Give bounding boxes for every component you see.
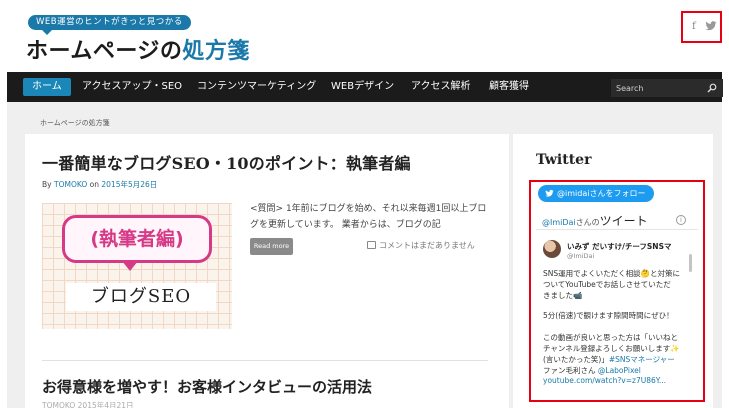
main-navigation: ホーム アクセスアップ・SEO コンテンツマーケティング WEBデザイン アクセ… bbox=[7, 72, 723, 102]
thumbnail-bubble-text: (執筆者編) bbox=[62, 215, 212, 263]
post-date-link[interactable]: 2015年5月26日 bbox=[101, 180, 157, 189]
twitter-follow-button[interactable]: @imidaiさんをフォロー bbox=[538, 185, 655, 202]
widget-title: Twitter bbox=[536, 152, 592, 168]
tweet-text-line: きました📹 bbox=[543, 291, 583, 300]
nav-item-web-design[interactable]: WEBデザイン bbox=[331, 72, 394, 102]
site-tagline: WEB運営のヒントがきっと見つかる bbox=[28, 15, 191, 35]
tweet-text-line: 5分(倍速)で観けます隙間時間にぜひ！ bbox=[543, 311, 674, 320]
tweets-header: @ImiDaiさんのツイート bbox=[542, 212, 648, 229]
nav-item-analytics[interactable]: アクセス解析 bbox=[411, 72, 471, 102]
comment-count-label: コメントはまだありません bbox=[379, 241, 475, 250]
tweet-text-line: チャンネル登録よろしくお願いします✨ bbox=[543, 344, 680, 353]
search-input[interactable] bbox=[611, 79, 703, 97]
tweet-text-line: SNS運用でよくいただく相談🤔と対策に bbox=[543, 269, 680, 278]
tweet-author-name[interactable]: いみず だいすけ/チーフSNSマ bbox=[567, 241, 671, 252]
tweet-link[interactable]: youtube.com/watch?v=z7U86Y... bbox=[543, 376, 666, 385]
search-box bbox=[611, 79, 723, 97]
tweet-text-line: ファン毛利さん @LaboPixel bbox=[543, 366, 641, 375]
tweets-header-handle[interactable]: @ImiDai bbox=[542, 218, 576, 227]
post-thumbnail[interactable]: (執筆者編) ブログSEO bbox=[42, 203, 232, 329]
twitter-timeline[interactable]: いみず だいすけ/チーフSNSマ @ImiDai SNS運用でよくいただく相談🤔… bbox=[536, 229, 698, 395]
thumbnail-bubble-tail bbox=[122, 261, 138, 271]
thumbnail-caption: ブログSEO bbox=[66, 283, 216, 311]
tweet-text-line: (言いたかった笑)」#SNSマネージャー bbox=[543, 355, 675, 364]
tweets-header-title: ツイート bbox=[599, 214, 648, 228]
nav-item-access-seo[interactable]: アクセスアップ・SEO bbox=[82, 72, 182, 102]
site-title[interactable]: ホームページの処方箋 bbox=[26, 33, 250, 65]
twitter-bird-icon bbox=[545, 189, 554, 197]
tweet-author-handle[interactable]: @ImiDai bbox=[567, 252, 594, 260]
post-author-link[interactable]: TOMOKO bbox=[54, 180, 87, 189]
tweets-header-suffix: さんの bbox=[575, 218, 600, 227]
search-icon[interactable] bbox=[707, 83, 717, 93]
meta-on: on bbox=[89, 180, 99, 189]
avatar[interactable] bbox=[543, 240, 561, 258]
twitter-icon[interactable] bbox=[705, 20, 717, 32]
post-excerpt: <質問> 1年前にブログを始め、それ以来毎週1回以上ブログを更新しています。 業… bbox=[250, 204, 487, 230]
post-divider bbox=[42, 360, 488, 361]
social-icons-highlight: f bbox=[681, 11, 722, 43]
info-icon[interactable]: i bbox=[676, 215, 686, 225]
nav-item-customer-acquisition[interactable]: 顧客獲得 bbox=[489, 72, 529, 102]
nav-item-home[interactable]: ホーム bbox=[23, 78, 71, 96]
comment-icon bbox=[367, 241, 376, 249]
nav-item-content-marketing[interactable]: コンテンツマーケティング bbox=[197, 72, 316, 102]
site-title-accent: 処方箋 bbox=[182, 39, 250, 64]
post-title[interactable]: お得意様を増やす！お客様インタビューの活用法 bbox=[42, 376, 372, 397]
read-more-button[interactable]: Read more bbox=[250, 238, 293, 255]
comment-count[interactable]: コメントはまだありません bbox=[367, 240, 475, 251]
follow-button-label: @imidaiさんをフォロー bbox=[557, 189, 646, 198]
site-title-main: ホームページの bbox=[26, 39, 183, 64]
tweet-text-line: ついてYouTubeでお話しさせていただ bbox=[543, 280, 671, 289]
timeline-scrollbar[interactable] bbox=[689, 254, 692, 272]
facebook-icon[interactable]: f bbox=[692, 21, 696, 32]
breadcrumb[interactable]: ホームページの処方箋 bbox=[40, 118, 110, 128]
post-title[interactable]: 一番簡単なブログSEO・10のポイント：執筆者編 bbox=[42, 150, 411, 174]
post-meta: By TOMOKO on 2015年5月26日 bbox=[42, 179, 157, 190]
tweet-text-line: この動画が良いと思った方は「いいねと bbox=[543, 333, 678, 342]
post-meta: TOMOKO 2015年4月21日 bbox=[42, 401, 134, 408]
meta-by: By bbox=[42, 180, 52, 189]
